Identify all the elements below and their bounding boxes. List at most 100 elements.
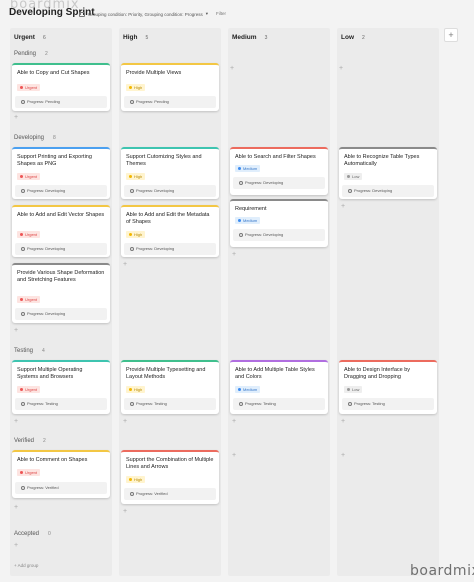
task-card[interactable]: Support Multiple Operating Systems and B… (12, 360, 110, 414)
grouping-icon (79, 11, 85, 17)
group-name: Developing (14, 135, 45, 141)
add-card-button[interactable]: + (232, 452, 236, 459)
add-card-button[interactable]: + (341, 452, 345, 459)
add-card-button[interactable]: + (14, 327, 18, 334)
progress-field: Progress: Developing (233, 229, 325, 241)
filter-button[interactable]: Filter (216, 11, 226, 16)
add-card-button[interactable]: + (14, 114, 18, 121)
group-name: Verified (14, 438, 35, 444)
column-header: Medium 3 (232, 34, 267, 41)
task-card[interactable]: Able to Search and Filter Shapes Medium … (230, 147, 328, 195)
task-card[interactable]: Able to Add Multiple Table Styles and Co… (230, 360, 328, 414)
progress-icon (130, 188, 134, 193)
priority-tag: Urgent (17, 296, 41, 303)
add-card-button[interactable]: + (14, 542, 18, 549)
task-card[interactable]: Able to Design Interface by Dragging and… (339, 360, 437, 414)
card-title: Provide Multiple Typesetting and Layout … (126, 367, 206, 380)
card-title: Able to Add and Edit Vector Shapes (17, 212, 105, 218)
priority-tag: Urgent (17, 469, 41, 476)
progress-label: Progress: Developing (27, 311, 66, 316)
priority-dot-icon (347, 388, 350, 392)
progress-icon (239, 232, 243, 237)
progress-field: Progress: Pending (15, 96, 107, 108)
group-label-verified[interactable]: Verified 2 (14, 438, 46, 444)
add-card-button[interactable]: + (341, 418, 345, 425)
priority-tag: Medium (235, 217, 261, 224)
add-card-button[interactable]: + (230, 65, 234, 72)
task-card[interactable]: Support Cutomizing Styles and Themes Hig… (121, 147, 219, 199)
add-card-button[interactable]: + (123, 418, 127, 425)
add-card-button[interactable]: + (14, 418, 18, 425)
add-card-button[interactable]: + (232, 418, 236, 425)
priority-label: High (134, 232, 143, 237)
add-card-button[interactable]: + (14, 504, 18, 511)
task-card[interactable]: Able to Comment on Shapes Urgent Progres… (12, 450, 110, 498)
group-count: 0 (48, 531, 51, 537)
grouping-condition-button[interactable]: Grouping condition: Priority, Grouping c… (79, 11, 208, 17)
priority-tag: Low (344, 173, 363, 180)
group-count: 2 (43, 438, 46, 444)
priority-dot-icon (129, 478, 132, 482)
group-label-accepted[interactable]: Accepted 0 (14, 531, 51, 537)
priority-tag: Urgent (17, 386, 41, 393)
card-title: Support Printing and Exporting Shapes as… (17, 154, 92, 167)
group-label-developing[interactable]: Developing 8 (14, 135, 56, 141)
task-card[interactable]: Able to Copy and Cut Shapes Urgent Progr… (12, 63, 110, 111)
task-card[interactable]: Support Printing and Exporting Shapes as… (12, 147, 110, 199)
task-card[interactable]: Able to Add and Edit the Metadata of Sha… (121, 205, 219, 257)
task-card[interactable]: Support the Combination of Multiple Line… (121, 450, 219, 504)
progress-field: Progress: Developing (124, 243, 216, 255)
add-column-button[interactable]: + (444, 28, 458, 42)
priority-dot-icon (20, 86, 23, 90)
progress-field: Progress: Developing (15, 308, 107, 320)
priority-label: Low (352, 387, 360, 392)
priority-label: Urgent (25, 470, 38, 475)
priority-dot-icon (129, 388, 132, 392)
progress-icon (239, 401, 243, 406)
progress-icon (348, 401, 352, 406)
priority-label: Urgent (25, 232, 38, 237)
add-card-button[interactable]: + (123, 508, 127, 515)
card-title: Support Cutomizing Styles and Themes (126, 154, 202, 167)
progress-label: Progress: Testing (136, 401, 167, 406)
task-card[interactable]: Provide Various Shape Deformation and St… (12, 263, 110, 323)
progress-label: Progress: Developing (136, 188, 175, 193)
task-card[interactable]: Able to Add and Edit Vector Shapes Urgen… (12, 205, 110, 257)
card-title: Able to Recognize Table Types Automatica… (344, 154, 420, 167)
add-group-button[interactable]: + Add group (14, 563, 38, 568)
task-card[interactable]: Able to Recognize Table Types Automatica… (339, 147, 437, 199)
priority-label: High (134, 174, 143, 179)
progress-icon (21, 401, 25, 406)
group-label-pending[interactable]: Pending 2 (14, 51, 48, 57)
progress-field: Progress: Verified (124, 488, 216, 500)
task-card[interactable]: Requirement Medium Progress: Developing (230, 199, 328, 247)
add-card-button[interactable]: + (123, 261, 127, 268)
group-label-testing[interactable]: Testing 4 (14, 348, 45, 354)
priority-label: Medium (243, 166, 258, 171)
card-title: Provide Multiple Views (126, 70, 182, 76)
task-card[interactable]: Provide Multiple Views High Progress: Pe… (121, 63, 219, 111)
card-title: Provide Various Shape Deformation and St… (17, 270, 105, 283)
priority-dot-icon (20, 233, 23, 237)
column-header: Low 2 (341, 34, 365, 41)
add-card-button[interactable]: + (339, 65, 343, 72)
add-card-button[interactable]: + (341, 203, 345, 210)
column-low: Low 2 (337, 28, 439, 576)
card-title: Able to Copy and Cut Shapes (17, 70, 90, 76)
progress-label: Progress: Verified (136, 491, 168, 496)
column-label: Urgent (14, 34, 35, 41)
priority-label: High (134, 85, 143, 90)
group-count: 4 (42, 348, 45, 354)
task-card[interactable]: Provide Multiple Typesetting and Layout … (121, 360, 219, 414)
progress-field: Progress: Pending (124, 96, 216, 108)
progress-label: Progress: Developing (245, 180, 284, 185)
add-card-button[interactable]: + (232, 251, 236, 258)
progress-icon (130, 401, 134, 406)
column-count: 5 (145, 35, 149, 41)
priority-dot-icon (238, 388, 241, 392)
priority-tag: Urgent (17, 173, 41, 180)
column-medium: Medium 3 (228, 28, 330, 576)
priority-label: Medium (243, 387, 258, 392)
priority-label: Urgent (25, 174, 38, 179)
progress-icon (21, 311, 25, 316)
